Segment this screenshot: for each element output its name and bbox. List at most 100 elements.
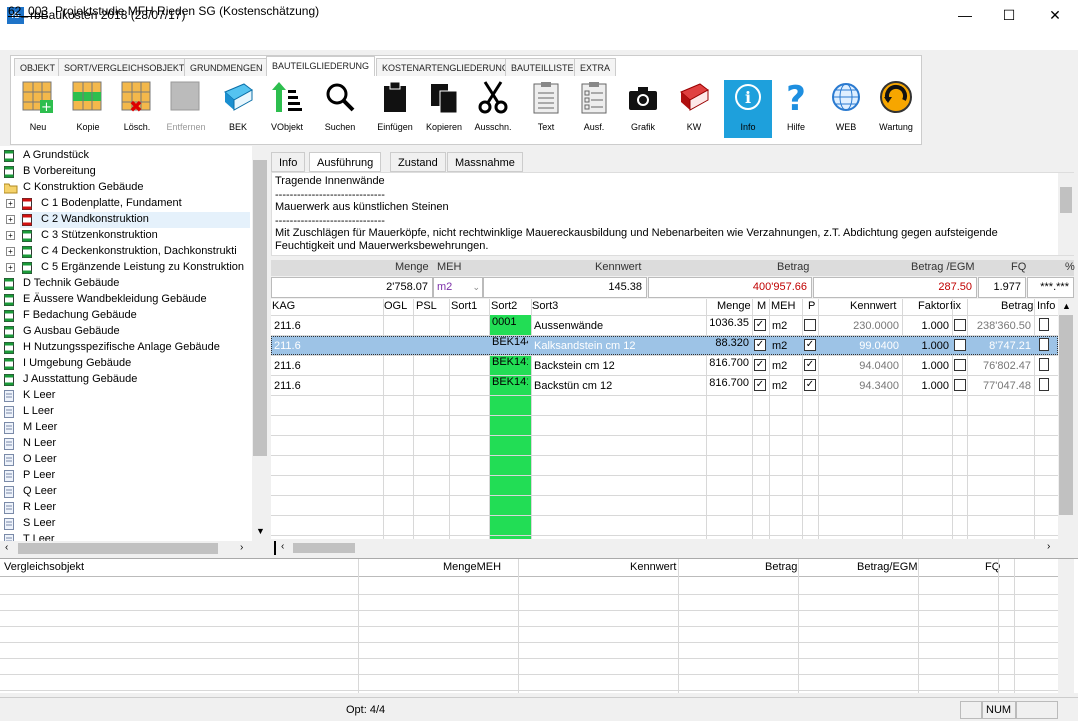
document-icon[interactable] — [1039, 358, 1049, 371]
grid-header-kennwert[interactable]: Kennwert — [850, 300, 896, 312]
grid-cell-kennwert[interactable]: 99.0400 — [821, 336, 899, 356]
tree-node[interactable]: G Ausbau Gebäude — [2, 324, 250, 340]
description-text[interactable]: Tragende Innenwände --------------------… — [271, 172, 1074, 256]
grid-cell-menge[interactable]: 88.320 — [709, 336, 749, 356]
checkbox-m[interactable]: ✓ — [754, 319, 766, 331]
ribbon-tab-sort[interactable]: SORT/VERGLEICHSOBJEKTE — [58, 58, 197, 76]
grid-header-meh[interactable]: MEH — [771, 300, 795, 312]
summary-betrag-egm[interactable]: 287.50 — [813, 277, 977, 298]
grid-cell-sort3[interactable]: Kalksandstein cm 12 — [534, 336, 703, 356]
grid-cell-sort3[interactable]: Aussenwände — [534, 316, 703, 336]
ribbon-tab-bauteilliste[interactable]: BAUTEILLISTE — [505, 58, 580, 76]
grid-header-menge[interactable]: Menge — [717, 300, 751, 312]
tree-node[interactable]: K Leer — [2, 388, 250, 404]
grid-cell-betrag[interactable]: 77'047.48 — [970, 376, 1031, 396]
tool-grafik-button[interactable]: Grafik — [619, 80, 667, 138]
grid-cell-meh[interactable]: m2 — [772, 376, 799, 396]
grid-cell-meh[interactable]: m2 — [772, 336, 799, 356]
tab-info[interactable]: Info — [271, 152, 306, 172]
checkbox-p[interactable]: ✓ — [804, 339, 816, 351]
tool-bek-button[interactable]: BEK — [214, 80, 262, 138]
tree-node[interactable]: O Leer — [2, 452, 250, 468]
close-button[interactable]: ✕ — [1032, 0, 1078, 30]
summary-meh-select[interactable]: m2 ⌄ — [433, 277, 483, 298]
scroll-left-icon[interactable]: ‹ — [5, 542, 8, 553]
grid-cell-betrag[interactable]: 76'802.47 — [970, 356, 1031, 376]
checkbox-fix[interactable] — [954, 359, 966, 371]
compare-scrollbar[interactable] — [1058, 559, 1074, 693]
summary-betrag[interactable]: 400'957.66 — [648, 277, 812, 298]
tree-node[interactable]: + C 5 Ergänzende Leistung zu Konstruktion — [6, 260, 250, 276]
tree-node[interactable]: F Bedachung Gebäude — [2, 308, 250, 324]
compare-header-betrag[interactable]: Betrag — [765, 561, 797, 573]
tree-vertical-scrollbar[interactable]: ▼ — [252, 146, 268, 542]
ribbon-tab-objekt[interactable]: OBJEKT — [14, 58, 62, 76]
tree-node[interactable]: J Ausstattung Gebäude — [2, 372, 250, 388]
compare-header-mengemeh[interactable]: MengeMEH — [443, 561, 501, 573]
expand-icon[interactable]: + — [6, 263, 15, 272]
grid-cell-betrag[interactable]: 8'747.21 — [970, 336, 1031, 356]
expand-icon[interactable]: + — [6, 231, 15, 240]
grid-header-faktor[interactable]: Faktor — [918, 300, 949, 312]
tree-node[interactable]: E Äussere Wandbekleidung Gebäude — [2, 292, 250, 308]
tree-node[interactable]: S Leer — [2, 516, 250, 532]
grid-header-psl[interactable]: PSL — [416, 300, 437, 312]
tool-entfernen-button[interactable]: Entfernen — [162, 80, 210, 138]
tree-node[interactable]: + C 2 Wandkonstruktion — [6, 212, 250, 228]
ribbon-tab-extra[interactable]: EXTRA — [574, 58, 617, 76]
grid-cell-sort2[interactable]: 0001 — [492, 316, 528, 336]
tree-node[interactable]: L Leer — [2, 404, 250, 420]
grid-cell-kag[interactable]: 211.6 — [274, 336, 380, 356]
summary-pct[interactable]: ***.*** — [1027, 277, 1074, 298]
compare-header-betragegm[interactable]: Betrag/EGM — [857, 561, 918, 573]
maximize-button[interactable]: ☐ — [986, 0, 1032, 30]
checkbox-m[interactable]: ✓ — [754, 359, 766, 371]
description-scrollbar[interactable] — [1058, 173, 1074, 255]
expand-icon[interactable]: + — [6, 199, 15, 208]
tool-einfgen-button[interactable]: Einfügen — [371, 80, 419, 138]
tool-ausf-button[interactable]: Ausf. — [570, 80, 618, 138]
minimize-button[interactable]: — — [942, 0, 988, 30]
tool-web-button[interactable]: WEB — [822, 80, 870, 138]
tool-neu-button[interactable]: + Neu — [14, 80, 62, 138]
ribbon-tab-kostenarten[interactable]: KOSTENARTENGLIEDERUNG — [376, 58, 515, 76]
grid-cell-sort2[interactable]: BEK141. — [492, 356, 528, 376]
tool-kopieren-button[interactable]: Kopieren — [420, 80, 468, 138]
tree-node[interactable]: + C 1 Bodenplatte, Fundament — [6, 196, 250, 212]
checkbox-p[interactable]: ✓ — [804, 359, 816, 371]
tool-kw-button[interactable]: KW — [670, 80, 718, 138]
project-id[interactable]: 62_003 — [8, 4, 48, 18]
tool-info-button[interactable]: i Info — [724, 80, 772, 138]
document-icon[interactable] — [1039, 318, 1049, 331]
grid-header-betrag[interactable]: Betrag — [1001, 300, 1033, 312]
grid-cell-faktor[interactable]: 1.000 — [905, 316, 949, 336]
grid-cell-faktor[interactable]: 1.000 — [905, 336, 949, 356]
grid-cell-sort3[interactable]: Backstün cm 12 — [534, 376, 703, 396]
tree-horizontal-scrollbar[interactable]: ‹ › — [0, 541, 268, 556]
tool-wartung-button[interactable]: Wartung — [872, 80, 920, 138]
checkbox-p[interactable] — [804, 319, 816, 331]
grid-cell-kag[interactable]: 211.6 — [274, 376, 380, 396]
scroll-right-icon[interactable]: › — [1047, 541, 1050, 552]
grid-cell-kennwert[interactable]: 94.0400 — [821, 356, 899, 376]
tree-node[interactable]: R Leer — [2, 500, 250, 516]
grid-cell-sort3[interactable]: Backstein cm 12 — [534, 356, 703, 376]
grid-header-p[interactable]: P — [808, 300, 815, 312]
tool-hilfe-button[interactable]: ? Hilfe — [772, 79, 820, 138]
grid-horizontal-scrollbar[interactable]: ‹ › — [271, 540, 1058, 556]
tool-text-button[interactable]: Text — [522, 80, 570, 138]
tool-kopie-button[interactable]: Kopie — [64, 80, 112, 138]
grid-header-kag[interactable]: KAG — [272, 300, 295, 312]
tree-node[interactable]: + C 4 Deckenkonstruktion, Dachkonstrukti — [6, 244, 250, 260]
checkbox-p[interactable]: ✓ — [804, 379, 816, 391]
grid-cell-sort2[interactable]: BEK141. — [492, 376, 528, 396]
grid-vertical-scrollbar[interactable]: ▲ — [1058, 299, 1074, 539]
document-icon[interactable] — [1039, 378, 1049, 391]
grid-cell-menge[interactable]: 1036.35 — [709, 316, 749, 336]
scroll-up-icon[interactable]: ▲ — [1062, 301, 1071, 311]
tree-node[interactable]: C Konstruktion Gebäude — [2, 180, 250, 196]
scroll-left-icon[interactable]: ‹ — [281, 541, 284, 552]
tree-node[interactable]: + C 3 Stützenkonstruktion — [6, 228, 250, 244]
tree-node[interactable]: M Leer — [2, 420, 250, 436]
grid-cell-kennwert[interactable]: 230.0000 — [821, 316, 899, 336]
